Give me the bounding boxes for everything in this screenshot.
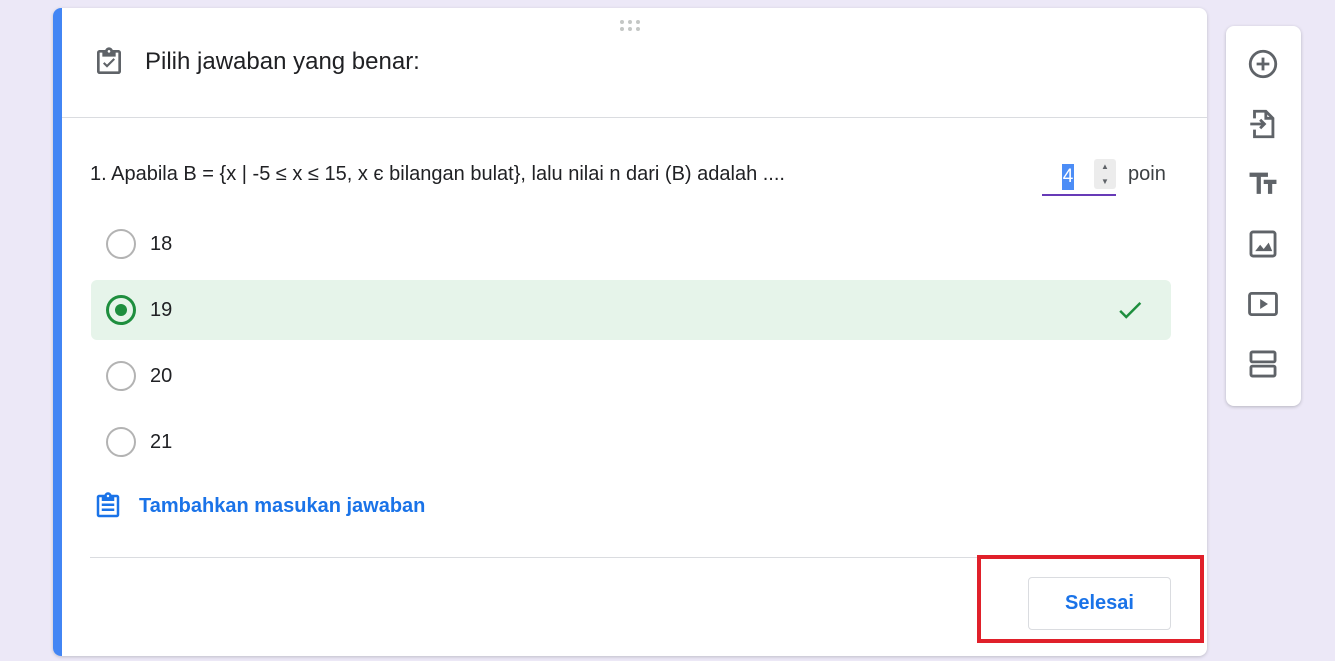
- question-card[interactable]: Pilih jawaban yang benar: 1. Apabila B =…: [53, 8, 1207, 656]
- add-answer-label[interactable]: Tambahkan masukan jawaban: [139, 495, 425, 518]
- image-icon: [1249, 230, 1277, 258]
- import-icon: [1250, 109, 1275, 139]
- add-answer-feedback-link[interactable]: Tambahkan masukan jawaban: [93, 488, 425, 524]
- footer-divider: [90, 557, 1171, 558]
- import-questions-button[interactable]: [1244, 105, 1282, 143]
- card-header: Pilih jawaban yang benar:: [93, 44, 420, 80]
- points-spinner[interactable]: ▲ ▼: [1094, 159, 1116, 189]
- radio-button[interactable]: [106, 361, 136, 391]
- option-row[interactable]: 21: [91, 412, 1171, 472]
- add-question-button[interactable]: [1244, 45, 1282, 83]
- assignment-check-icon: [97, 47, 121, 74]
- option-label: 18: [150, 232, 173, 255]
- floating-toolbar: [1226, 26, 1301, 406]
- option-row[interactable]: 20: [91, 346, 1171, 406]
- video-icon: [1248, 291, 1278, 317]
- add-section-button[interactable]: [1244, 345, 1282, 383]
- radio-button[interactable]: [106, 427, 136, 457]
- add-circle-icon: [1248, 49, 1278, 79]
- clipboard-feedback-icon: [96, 492, 120, 518]
- radio-button-selected[interactable]: [106, 295, 136, 325]
- points-underline: [1042, 194, 1116, 196]
- points-label: poin: [1128, 163, 1166, 185]
- check-icon: [1119, 301, 1142, 319]
- question-text[interactable]: 1. Apabila B = {x | -5 ≤ x ≤ 15, x є bil…: [90, 163, 785, 186]
- add-title-description-button[interactable]: [1244, 165, 1282, 203]
- drag-handle-icon[interactable]: [620, 20, 644, 32]
- card-title: Pilih jawaban yang benar:: [145, 48, 420, 75]
- points-input[interactable]: 4: [1062, 164, 1074, 190]
- spin-down-icon[interactable]: ▼: [1101, 177, 1109, 186]
- option-label: 19: [150, 298, 173, 321]
- radio-button[interactable]: [106, 229, 136, 259]
- spin-up-icon[interactable]: ▲: [1101, 162, 1109, 171]
- points-stepper[interactable]: 4 ▲ ▼: [1042, 158, 1116, 196]
- option-row-correct[interactable]: 19: [91, 280, 1171, 340]
- add-video-button[interactable]: [1244, 285, 1282, 323]
- card-accent-bar: [53, 8, 62, 656]
- option-label: 20: [150, 364, 173, 387]
- section-icon: [1249, 350, 1277, 378]
- option-row[interactable]: 18: [91, 214, 1171, 274]
- option-label: 21: [150, 430, 173, 453]
- add-image-button[interactable]: [1244, 225, 1282, 263]
- done-button[interactable]: Selesai: [1028, 577, 1171, 630]
- header-divider: [62, 117, 1207, 118]
- title-text-icon: [1249, 172, 1277, 194]
